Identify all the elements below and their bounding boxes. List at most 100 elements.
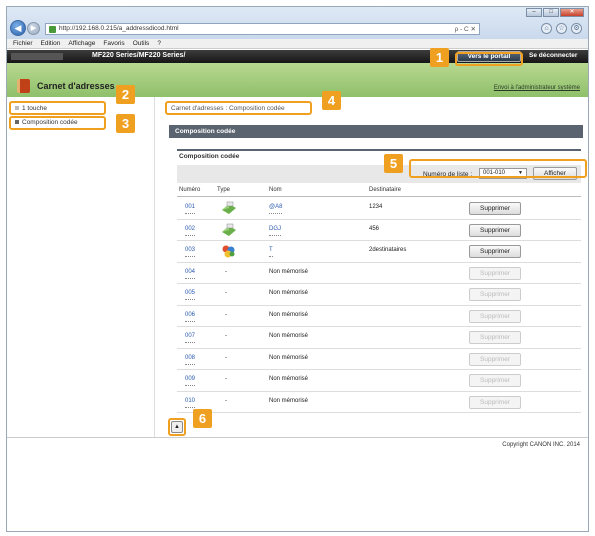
- delete-button[interactable]: Supprimer: [469, 223, 521, 237]
- row-name: Non mémorisé: [269, 268, 309, 275]
- row-number-link[interactable]: 004: [185, 269, 196, 279]
- main-content: Carnet d'adresses : Composition codée Co…: [167, 97, 585, 437]
- delete-button[interactable]: Supprimer: [469, 245, 521, 258]
- browser-icons: ⌂ ☆ ⚙: [541, 23, 582, 34]
- star-icon[interactable]: ☆: [556, 23, 567, 34]
- callout-highlight-portal: [455, 52, 523, 66]
- maximize-button[interactable]: □: [543, 8, 559, 17]
- address-table: 001 @A8 1234 Supprimer 002 DGJ 456 Supprimer 003…: [177, 198, 581, 413]
- row-destination: 2destinataires: [369, 247, 407, 253]
- callout-badge-1: 1: [430, 48, 449, 67]
- type-value: -: [225, 376, 227, 382]
- delete-button[interactable]: Supprimer: [469, 374, 521, 387]
- copyright: Copyright CANON INC. 2014: [502, 442, 580, 448]
- minimize-button[interactable]: –: [526, 8, 542, 17]
- arrow-left-icon: ◀: [14, 23, 22, 33]
- callout-badge-6: 6: [193, 409, 212, 428]
- row-name[interactable]: DGJ: [269, 226, 281, 236]
- row-name: Non mémorisé: [269, 311, 309, 318]
- type-value: -: [225, 397, 227, 404]
- column-number: Numéro: [179, 187, 201, 193]
- sidebar: 1 touche Composition codée: [7, 97, 155, 437]
- page-title: Carnet d'adresses: [37, 81, 115, 91]
- menu-affichage[interactable]: Affichage: [68, 39, 95, 48]
- logout-link[interactable]: Se déconnecter: [529, 52, 577, 59]
- back-button[interactable]: ◀: [10, 20, 26, 36]
- arrow-right-icon: ▶: [30, 25, 37, 32]
- table-row: 008 - Non mémorisé Supprimer: [177, 349, 581, 370]
- callout-highlight-one-touch: [9, 101, 106, 115]
- row-number-link[interactable]: 009: [185, 376, 196, 386]
- gear-icon[interactable]: ⚙: [571, 23, 582, 34]
- delete-button[interactable]: Supprimer: [469, 309, 521, 323]
- row-name: Non mémorisé: [269, 354, 309, 361]
- email-type-icon: [222, 223, 236, 236]
- coded-dial-panel: Composition codée Numéro de liste : 001-…: [177, 149, 581, 429]
- row-name: Non mémorisé: [269, 397, 309, 404]
- site-icon: [49, 26, 56, 33]
- address-book-icon: [17, 79, 30, 93]
- row-name: Non mémorisé: [269, 333, 309, 339]
- callout-highlight-list-selector: [409, 159, 587, 178]
- menu-fichier[interactable]: Fichier: [13, 39, 33, 48]
- email-type-icon: [222, 201, 236, 214]
- device-model: MF220 Series/MF220 Series/: [92, 52, 186, 59]
- column-name: Nom: [269, 187, 282, 193]
- table-row: 006 - Non mémorisé Supprimer: [177, 306, 581, 327]
- delete-button[interactable]: Supprimer: [469, 202, 521, 215]
- row-name[interactable]: @A8: [269, 204, 283, 214]
- delete-button[interactable]: Supprimer: [469, 266, 521, 280]
- menu-help[interactable]: ?: [157, 39, 161, 48]
- type-value: -: [225, 354, 227, 361]
- row-number-link[interactable]: 007: [185, 333, 196, 343]
- row-name: Non mémorisé: [269, 290, 309, 296]
- section-title: Composition codée: [169, 125, 583, 138]
- callout-badge-3: 3: [116, 114, 135, 133]
- home-icon[interactable]: ⌂: [541, 23, 552, 34]
- delete-button[interactable]: Supprimer: [469, 288, 521, 301]
- column-destination: Destinataire: [369, 187, 402, 193]
- menu-favoris[interactable]: Favoris: [103, 39, 124, 48]
- row-number-link[interactable]: 010: [185, 398, 196, 408]
- row-destination: 1234: [369, 204, 383, 210]
- row-number-link[interactable]: 006: [185, 312, 196, 322]
- menu-outils[interactable]: Outils: [133, 39, 150, 48]
- menu-edition[interactable]: Edition: [41, 39, 61, 48]
- address-bar[interactable]: http://192.168.0.215/a_addressdicod.html…: [45, 23, 480, 35]
- browser-window: – □ ✕ ◀ ▶ http://192.168.0.215/a_address…: [6, 6, 589, 532]
- delete-button[interactable]: Supprimer: [469, 331, 521, 344]
- table-row: 002 DGJ 456 Supprimer: [177, 220, 581, 241]
- address-tools[interactable]: ρ - C ✕: [455, 25, 476, 33]
- address-url[interactable]: http://192.168.0.215/a_addressdicod.html: [59, 25, 179, 32]
- device-name-box: [11, 53, 63, 60]
- page-header: Carnet d'adresses Envoi à l'administrate…: [7, 63, 588, 97]
- table-row: 007 - Non mémorisé Supprimer: [177, 327, 581, 349]
- callout-badge-4: 4: [322, 91, 341, 110]
- table-row: 009 - Non mémorisé Supprimer: [177, 370, 581, 392]
- table-row: 010 - Non mémorisé Supprimer: [177, 392, 581, 413]
- row-number-link[interactable]: 005: [185, 290, 196, 300]
- forward-button[interactable]: ▶: [27, 22, 40, 35]
- row-number-link[interactable]: 008: [185, 355, 196, 365]
- table-row: 003 T 2destinataires Supprimer: [177, 241, 581, 263]
- type-value: -: [225, 333, 227, 339]
- row-name[interactable]: T: [269, 247, 273, 257]
- callout-highlight-breadcrumb: [165, 101, 312, 115]
- delete-button[interactable]: Supprimer: [469, 352, 521, 366]
- row-number-link[interactable]: 002: [185, 226, 196, 236]
- delete-button[interactable]: Supprimer: [469, 395, 521, 409]
- row-number-link[interactable]: 001: [185, 204, 196, 214]
- table-row: 001 @A8 1234 Supprimer: [177, 198, 581, 220]
- close-window-button[interactable]: ✕: [560, 8, 584, 17]
- type-value: -: [225, 268, 227, 275]
- row-number-link[interactable]: 003: [185, 247, 196, 257]
- table-header: Numéro Type Nom Destinataire: [177, 185, 581, 197]
- type-value: -: [225, 290, 227, 296]
- type-value: -: [225, 311, 227, 318]
- callout-highlight-top-button: [168, 418, 186, 436]
- footer: Copyright CANON INC. 2014: [7, 437, 588, 451]
- callout-badge-2: 2: [116, 85, 135, 104]
- mail-admin-link[interactable]: Envoi à l'administrateur système: [494, 85, 580, 91]
- browser-toolbar: – □ ✕ ◀ ▶ http://192.168.0.215/a_address…: [7, 7, 588, 39]
- row-name: Non mémorisé: [269, 376, 309, 382]
